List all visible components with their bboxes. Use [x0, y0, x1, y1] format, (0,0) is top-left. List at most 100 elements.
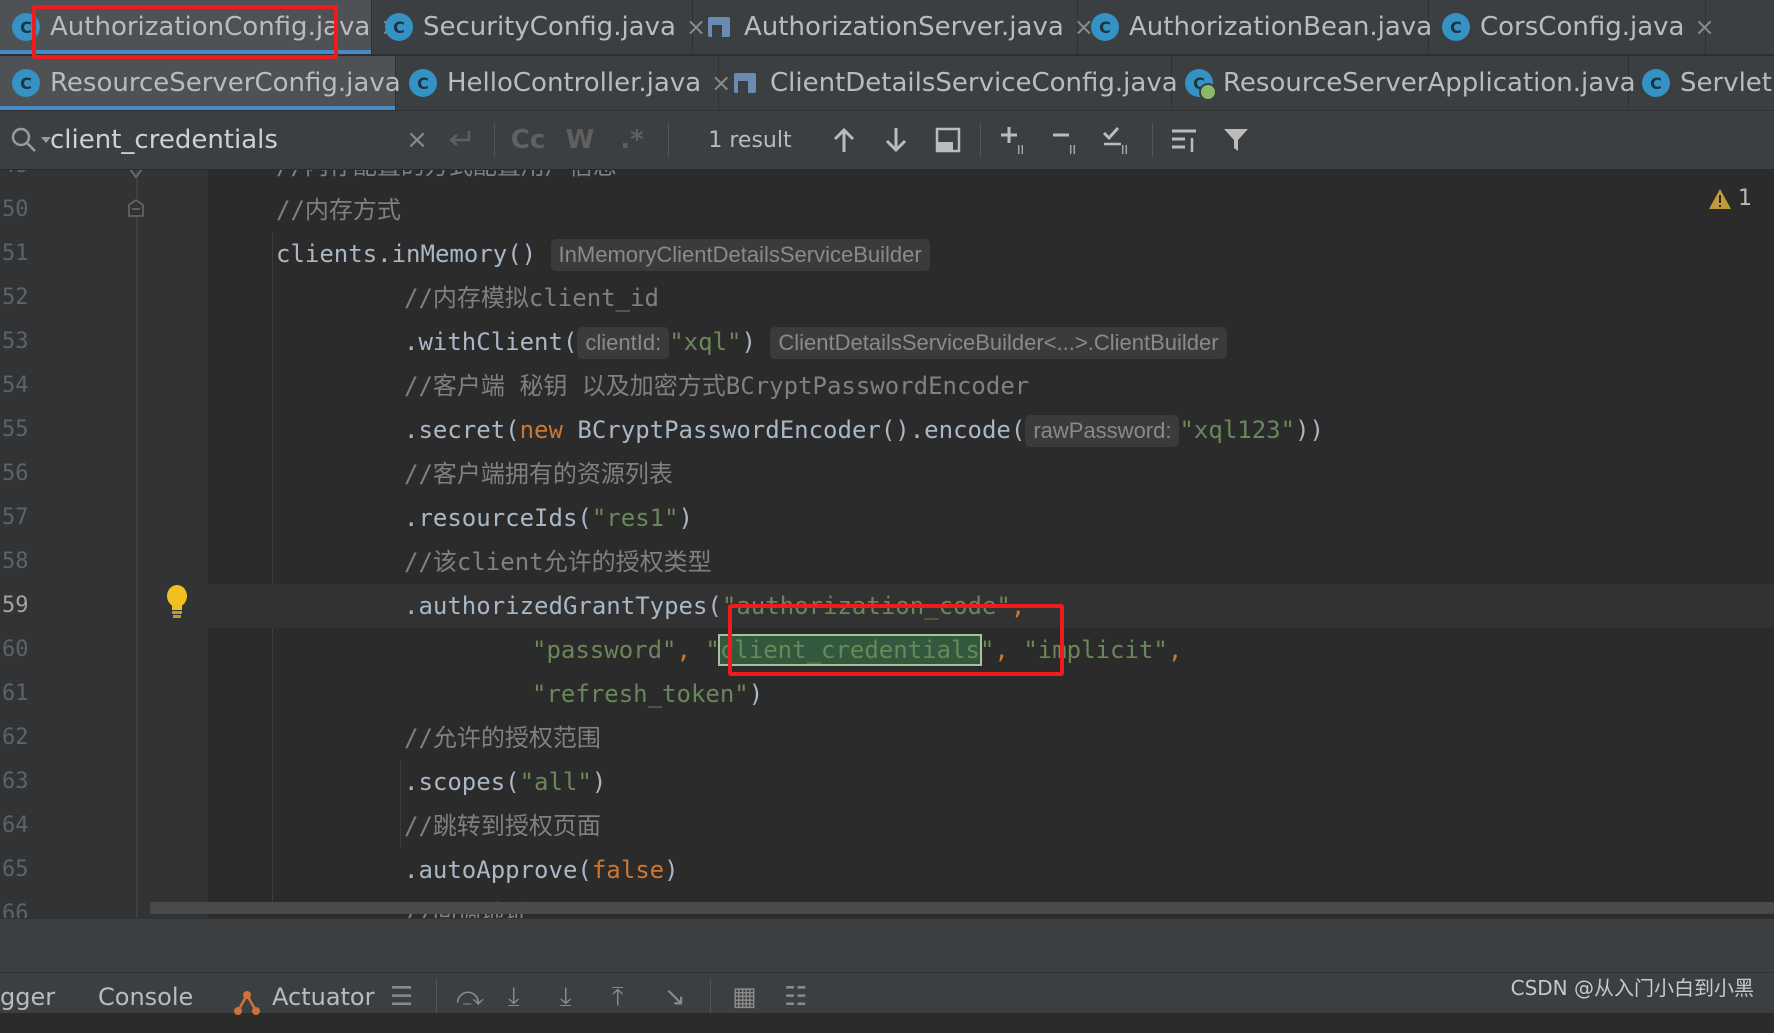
select-all-matches-icon[interactable]: II [1098, 111, 1138, 169]
regex-toggle[interactable]: .* [610, 111, 654, 169]
step-out-icon[interactable]: ⤒ [612, 973, 624, 1013]
tab-label: ResourceServerApplication.java [1223, 68, 1636, 98]
code-token: clients.inMemory() [276, 240, 537, 268]
code-token: .scopes( [404, 768, 520, 796]
tab-client-details-service-config[interactable]: ClientDetailsServiceConfig.java × [720, 56, 1208, 110]
tab-label: AuthorizationServer.java [744, 12, 1064, 42]
editor-tabs-row-1: C AuthorizationConfig.java × C SecurityC… [0, 0, 1774, 55]
keyword: false [591, 856, 665, 884]
inlay-hint: rawPassword: [1025, 415, 1180, 447]
actuator-icon [232, 973, 262, 1015]
line-number: 61 [2, 681, 29, 706]
trace-icon[interactable]: ☷ [784, 973, 807, 1013]
line-number: 51 [2, 241, 29, 266]
tab-hello-controller[interactable]: C HelloController.java × [397, 56, 731, 110]
arrow-up-icon[interactable] [824, 111, 864, 169]
line-number: 53 [2, 329, 29, 354]
filter-icon[interactable] [1216, 111, 1256, 169]
svg-text:II: II [1017, 143, 1024, 155]
tool-window-area [0, 918, 1774, 973]
line-number: 52 [2, 285, 29, 310]
bottom-tool-bar: gger Console Actuator ☰ ⤼ ⤓ ⤓ ⤒ ↘ ▦ ☷ CS… [0, 972, 1774, 1015]
tab-actuator[interactable]: Actuator [272, 973, 374, 1013]
step-into-icon[interactable]: ⤓ [508, 973, 520, 1013]
comment: //内存方式 [276, 196, 401, 224]
comment: //客户端拥有的资源列表 [404, 460, 673, 488]
spring-boot-class-icon: C [1185, 69, 1217, 101]
line-number: 50 [2, 197, 29, 222]
tab-label: HelloController.java [447, 68, 702, 98]
tab-security-config[interactable]: C SecurityConfig.java × [373, 0, 706, 54]
clear-icon[interactable]: × [400, 111, 434, 169]
match-case-toggle[interactable]: Cc [506, 111, 550, 169]
line-number: 60 [2, 637, 29, 662]
close-icon[interactable]: × [1694, 13, 1714, 41]
menu-icon[interactable]: ☰ [390, 973, 413, 1013]
tab-label: AuthorizationBean.java [1129, 12, 1433, 42]
tab-resource-server-config[interactable]: C ResourceServerConfig.java × [0, 56, 431, 110]
fold-marker-icon[interactable] [127, 199, 145, 217]
whole-words-toggle[interactable]: W [558, 111, 602, 169]
code-token: ) [664, 856, 679, 884]
line-number: 56 [2, 461, 29, 486]
svg-text:II: II [1121, 143, 1128, 155]
tab-console[interactable]: Console [98, 973, 193, 1013]
line-number: 49 [0, 170, 62, 188]
fold-marker-icon[interactable] [128, 170, 144, 180]
string-literal: "authorization_code" [721, 592, 1011, 620]
step-over-icon[interactable]: ⤼ [456, 973, 484, 1013]
code-line: //允许的授权范围 [208, 716, 1774, 760]
tab-authorization-server[interactable]: AuthorizationServer.java × [694, 0, 1094, 54]
watermark: CSDN @从入门小白到小黑 [1510, 976, 1754, 1000]
annotation-icon [706, 13, 734, 41]
in-selection-icon[interactable] [1164, 111, 1204, 169]
code-line: //客户端 秘钥 以及加密方式BCryptPasswordEncoder [208, 364, 1774, 408]
search-input[interactable]: client_credentials [50, 111, 390, 169]
string-literal: "res1" [591, 504, 679, 532]
string-literal: "implicit" [1023, 636, 1168, 664]
code-line: .autoApprove(false) [208, 848, 1774, 892]
evaluate-expression-icon[interactable]: ▦ [732, 973, 757, 1013]
tab-label: SecurityConfig.java [423, 12, 676, 42]
select-all-occurrences-icon[interactable] [928, 111, 968, 169]
code-line: .secret(new BCryptPasswordEncoder().enco… [208, 408, 1774, 452]
arrow-down-icon[interactable] [876, 111, 916, 169]
code-line: .resourceIds("res1") [208, 496, 1774, 540]
remove-occurrence-icon[interactable]: II [1046, 111, 1086, 169]
line-number: 55 [2, 417, 29, 442]
add-occurrence-icon[interactable]: II [994, 111, 1034, 169]
code-token: .secret( [404, 416, 520, 444]
code-token: ) [678, 504, 693, 532]
inlay-hint: InMemoryClientDetailsServiceBuilder [550, 239, 930, 271]
tab-authorization-bean[interactable]: C AuthorizationBean.java × [1079, 0, 1462, 54]
new-line-icon[interactable] [440, 111, 480, 169]
tab-cors-config[interactable]: C CorsConfig.java × [1430, 0, 1715, 54]
find-bar: client_credentials × Cc W .* 1 result II… [0, 111, 1774, 170]
horizontal-scrollbar[interactable] [150, 902, 1774, 914]
class-icon: C [385, 13, 413, 41]
code-token: ) [741, 328, 756, 356]
tab-resource-server-application[interactable]: C ResourceServerApplication.java × [1173, 56, 1666, 110]
code-line: //内存方式 [208, 188, 1774, 232]
code-token: , [1167, 636, 1183, 664]
tab-label: ResourceServerConfig.java [50, 68, 401, 98]
lightbulb-icon[interactable] [164, 584, 190, 620]
code-editor[interactable]: 49 //内存配置的方式配置用户信息 1 50 //内存方式 51 client… [0, 170, 1774, 918]
comment: //内存模拟client_id [404, 284, 659, 312]
line-number: 63 [2, 769, 29, 794]
code-token: .resourceIds( [404, 504, 592, 532]
tab-servlet[interactable]: C ServletI [1630, 56, 1774, 110]
force-step-into-icon[interactable]: ⤓ [560, 973, 572, 1013]
string-literal: "xql123" [1179, 416, 1296, 444]
tab-label: AuthorizationConfig.java [50, 12, 371, 42]
keyword: new [519, 416, 563, 444]
code-line: //客户端拥有的资源列表 [208, 452, 1774, 496]
tab-debugger[interactable]: gger [0, 973, 55, 1013]
annotation-icon [732, 69, 760, 97]
code-line: .scopes("all") [208, 760, 1774, 804]
string-literal: " [979, 636, 995, 664]
inlay-hint: ClientDetailsServiceBuilder<...>.ClientB… [770, 327, 1227, 359]
code-token: .withClient( [404, 328, 578, 356]
run-to-cursor-icon[interactable]: ↘ [664, 973, 686, 1013]
tab-authorization-config[interactable]: C AuthorizationConfig.java × [0, 0, 400, 54]
